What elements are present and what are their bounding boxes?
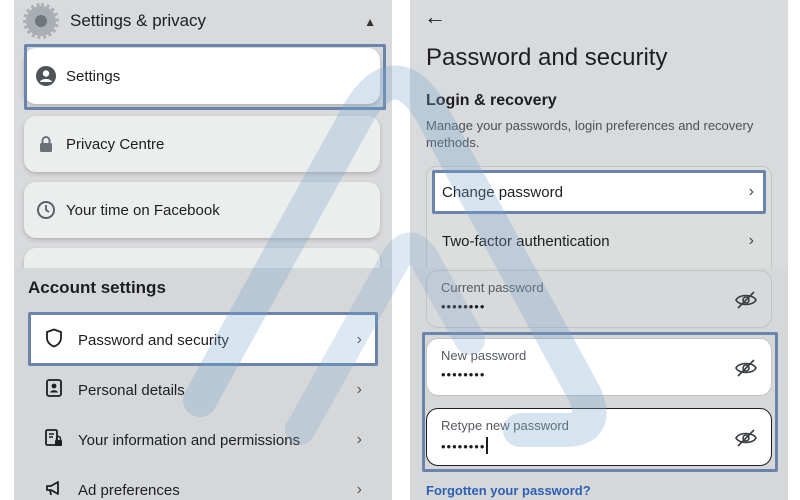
clock-icon <box>36 200 56 220</box>
your-information-label: Your information and permissions <box>78 431 301 449</box>
settings-highlight <box>24 44 386 110</box>
your-time-label: Your time on Facebook <box>66 201 220 219</box>
account-settings-panel: Account settings Password and security ›… <box>14 268 392 500</box>
chevron-right-icon: › <box>356 481 362 498</box>
megaphone-icon <box>44 478 64 500</box>
new-password-group-highlight <box>422 332 778 472</box>
lock-icon <box>36 134 56 154</box>
account-settings-title: Account settings <box>28 278 166 297</box>
change-password-form: Current password •••••••• New password •… <box>410 268 788 500</box>
current-password-field[interactable]: Current password •••••••• <box>426 270 772 328</box>
login-recovery-description: Manage your passwords, login preferences… <box>426 118 754 150</box>
settings-menu-panel: Settings & privacy ▲ Settings Privacy Ce… <box>14 0 392 268</box>
password-security-panel: ← Password and security Login & recovery… <box>410 0 788 268</box>
next-item-partial[interactable] <box>24 248 380 268</box>
forgot-password-link[interactable]: Forgotten your password? <box>426 483 591 498</box>
ad-preferences-label: Ad preferences <box>78 481 180 499</box>
gear-icon <box>23 3 59 39</box>
settings-privacy-title: Settings & privacy <box>70 11 207 30</box>
privacy-centre-item[interactable]: Privacy Centre <box>24 116 380 172</box>
chevron-right-icon: › <box>356 381 362 398</box>
current-password-value: •••••••• <box>441 299 486 314</box>
chevron-up-icon[interactable]: ▲ <box>364 15 376 29</box>
document-lock-icon <box>44 428 64 453</box>
password-security-highlight <box>28 312 378 366</box>
ad-preferences-item[interactable]: Ad preferences › <box>28 465 378 500</box>
chevron-right-icon: › <box>748 232 754 249</box>
two-factor-label: Two-factor authentication <box>442 232 610 250</box>
page-title: Password and security <box>426 44 668 71</box>
privacy-centre-label: Privacy Centre <box>66 135 165 153</box>
current-password-label: Current password <box>441 280 544 295</box>
back-arrow-icon[interactable]: ← <box>424 4 446 30</box>
personal-details-item[interactable]: Personal details › <box>28 365 378 415</box>
two-factor-row[interactable]: Two-factor authentication › <box>434 221 764 261</box>
personal-details-label: Personal details <box>78 381 185 399</box>
settings-privacy-header[interactable]: Settings & privacy ▲ <box>23 3 382 39</box>
your-information-item[interactable]: Your information and permissions › <box>28 415 378 465</box>
change-password-highlight <box>432 170 766 214</box>
id-card-icon <box>44 378 64 403</box>
eye-off-icon[interactable] <box>735 290 757 310</box>
your-time-item[interactable]: Your time on Facebook <box>24 182 380 238</box>
login-recovery-title: Login & recovery <box>426 92 557 109</box>
chevron-right-icon: › <box>356 431 362 448</box>
